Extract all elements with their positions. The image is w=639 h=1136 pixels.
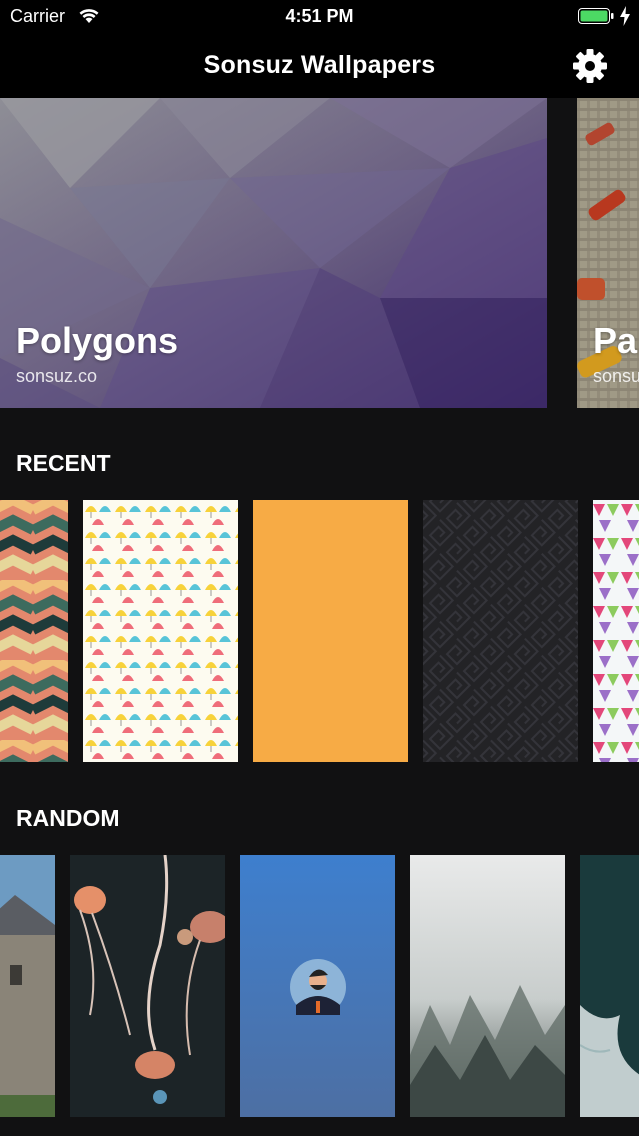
jellyfish-wallpaper-image — [70, 855, 225, 1117]
featured-subtitle: sonsuz.co — [16, 366, 98, 386]
featured-card-partial[interactable]: Pa sonsu — [577, 98, 639, 408]
featured-card-polygons[interactable]: Polygons sonsuz.co — [0, 98, 547, 408]
recent-thumbnail[interactable] — [0, 500, 68, 762]
recent-thumbnail[interactable] — [593, 500, 639, 762]
random-thumbnail[interactable] — [70, 855, 225, 1117]
featured-title: Polygons — [16, 320, 179, 361]
featured-carousel[interactable]: Polygons sonsuz.co Pa sonsu — [0, 98, 639, 408]
charging-bolt-icon — [620, 6, 630, 26]
random-thumbnail[interactable] — [410, 855, 565, 1117]
navigation-bar: Sonsuz Wallpapers — [0, 34, 639, 98]
recent-thumbnail[interactable] — [83, 500, 238, 762]
random-thumbnail[interactable] — [580, 855, 639, 1117]
random-thumbnail[interactable] — [240, 855, 395, 1117]
chevron-wallpaper-image — [0, 500, 68, 762]
dark-greek-key-wallpaper-image — [423, 500, 578, 762]
clock: 4:51 PM — [285, 6, 354, 26]
recent-row[interactable] — [0, 500, 639, 762]
featured-title: Pa — [593, 320, 638, 361]
section-title-recent: RECENT — [16, 450, 111, 476]
avatar-wallpaper-image — [240, 855, 395, 1117]
foggy-forest-wallpaper-image — [410, 855, 565, 1117]
gear-icon[interactable] — [570, 46, 610, 86]
battery-icon — [578, 8, 614, 24]
recent-thumbnail[interactable] — [253, 500, 408, 762]
status-bar: Carrier 4:51 PM — [0, 0, 639, 34]
orange-wallpaper-image — [253, 500, 408, 762]
ginkgo-wallpaper-image — [83, 500, 238, 762]
random-thumbnail[interactable] — [0, 855, 55, 1117]
tower-wallpaper-image — [0, 855, 55, 1117]
recent-thumbnail[interactable] — [423, 500, 578, 762]
section-title-random: RANDOM — [16, 805, 120, 831]
app-title: Sonsuz Wallpapers — [203, 51, 436, 79]
ocean-wallpaper-image — [580, 855, 639, 1117]
featured-subtitle: sonsu — [593, 366, 639, 386]
bunting-wallpaper-image — [593, 500, 639, 762]
random-row[interactable] — [0, 855, 639, 1117]
